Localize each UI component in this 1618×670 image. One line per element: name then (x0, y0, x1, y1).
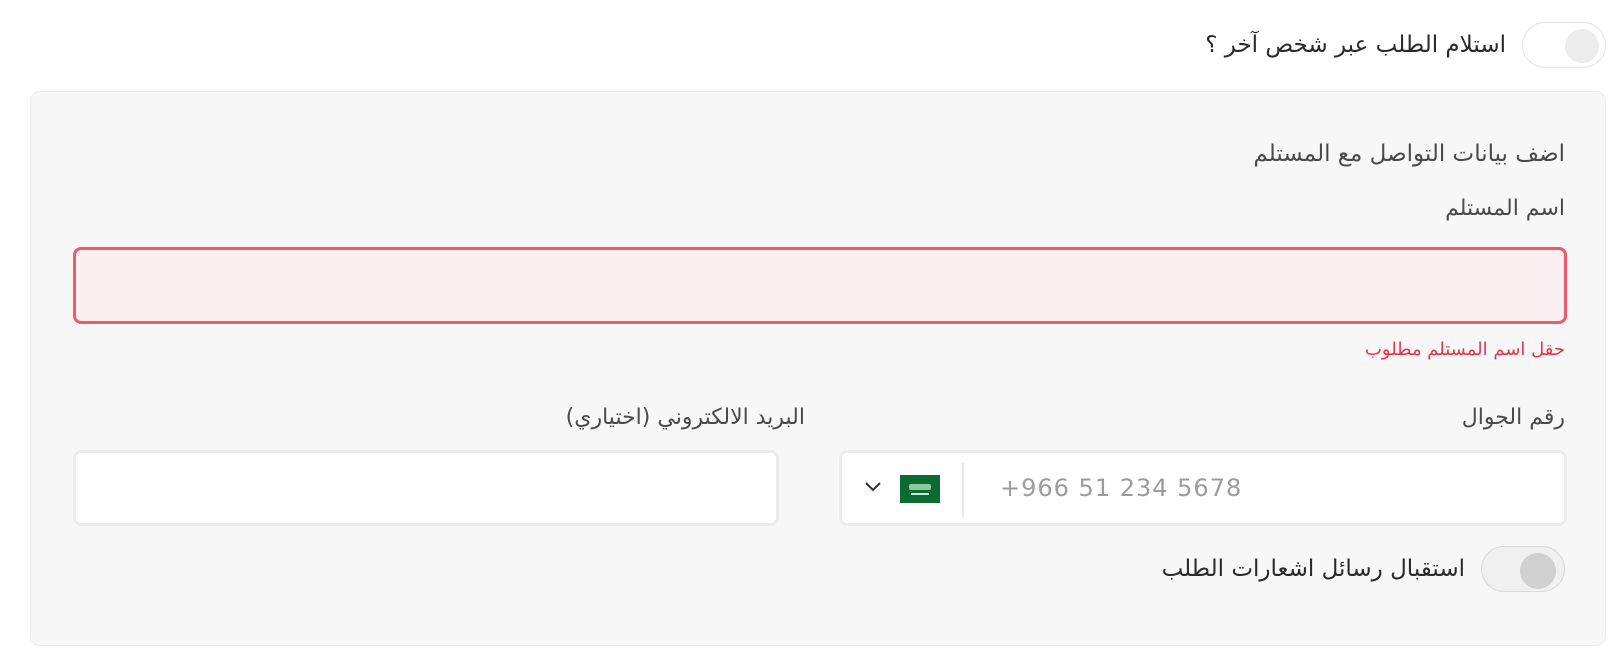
flag-sword (911, 492, 929, 495)
recipient-name-input[interactable] (73, 247, 1567, 324)
other-recipient-toggle[interactable] (1522, 22, 1606, 68)
toggle-knob (1565, 29, 1599, 63)
notifications-toggle[interactable] (1481, 546, 1565, 592)
recipient-panel: اضف بيانات التواصل مع المستلم اسم المستل… (30, 91, 1606, 646)
notifications-row: استقبال رسائل اشعارات الطلب (1162, 546, 1565, 592)
recipient-form: استلام الطلب عبر شخص آخر ؟ اضف بيانات ال… (0, 0, 1618, 670)
phone-divider (962, 463, 964, 517)
phone-input[interactable] (992, 453, 1562, 523)
phone-field (839, 450, 1567, 526)
recipient-name-label: اسم المستلم (1445, 196, 1565, 221)
other-recipient-label: استلام الطلب عبر شخص آخر ؟ (1205, 32, 1506, 58)
chevron-down-icon[interactable] (864, 478, 882, 496)
other-recipient-row: استلام الطلب عبر شخص آخر ؟ (1205, 22, 1606, 68)
section-title: اضف بيانات التواصل مع المستلم (1253, 141, 1565, 167)
phone-label: رقم الجوال (1461, 405, 1565, 430)
flag-script (909, 483, 931, 490)
notifications-label: استقبال رسائل اشعارات الطلب (1161, 556, 1465, 582)
saudi-flag-icon[interactable] (900, 475, 940, 503)
toggle-knob (1520, 553, 1556, 589)
email-input[interactable] (73, 450, 779, 526)
recipient-name-error: حقل اسم المستلم مطلوب (1364, 339, 1565, 360)
email-label: البريد الالكتروني (اختياري) (565, 405, 805, 430)
